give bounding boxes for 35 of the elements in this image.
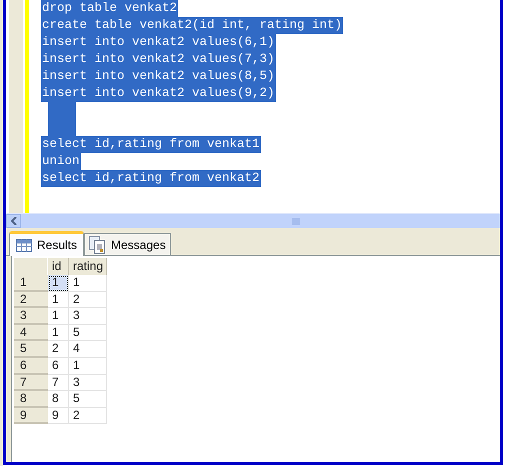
row-header: 1 [14, 275, 48, 292]
table-cell: 1 [69, 275, 107, 292]
row-header: 7 [14, 374, 48, 392]
table-cell: 2 [69, 292, 107, 308]
table-cell: 1 [48, 324, 69, 342]
scrollbar-grip-icon [292, 218, 300, 224]
table-cell: 3 [69, 374, 107, 392]
tab[interactable]: Messages [84, 233, 171, 255]
row-header: 3 [14, 308, 48, 325]
column-header: id [48, 258, 69, 275]
table-cell: 2 [48, 341, 69, 358]
row-header: 5 [14, 341, 48, 358]
row-header: 6 [14, 358, 48, 375]
row-header: 8 [14, 391, 48, 408]
row-header: 2 [14, 292, 48, 308]
table-cell: 1 [48, 275, 69, 292]
table-icon [16, 238, 32, 252]
table-cell: 6 [48, 358, 69, 375]
row-header: 9 [14, 408, 48, 424]
scroll-left-button[interactable] [6, 214, 21, 228]
table-cell: 7 [48, 374, 69, 392]
row-header: 4 [14, 324, 48, 342]
table-cell: 1 [48, 308, 69, 325]
table-cell: 9 [48, 408, 69, 424]
table-cell: 5 [69, 324, 107, 342]
table-cell: 5 [69, 391, 107, 408]
table-cell: 2 [69, 408, 107, 424]
document-icon [89, 236, 106, 254]
table-cell: 3 [69, 308, 107, 325]
column-header: rating [69, 258, 107, 275]
table-cell: 8 [48, 391, 69, 408]
table-cell: 1 [48, 292, 69, 308]
table-cell: 1 [69, 358, 107, 375]
tab[interactable]: Results [9, 231, 84, 256]
table-cell: 4 [69, 341, 107, 358]
